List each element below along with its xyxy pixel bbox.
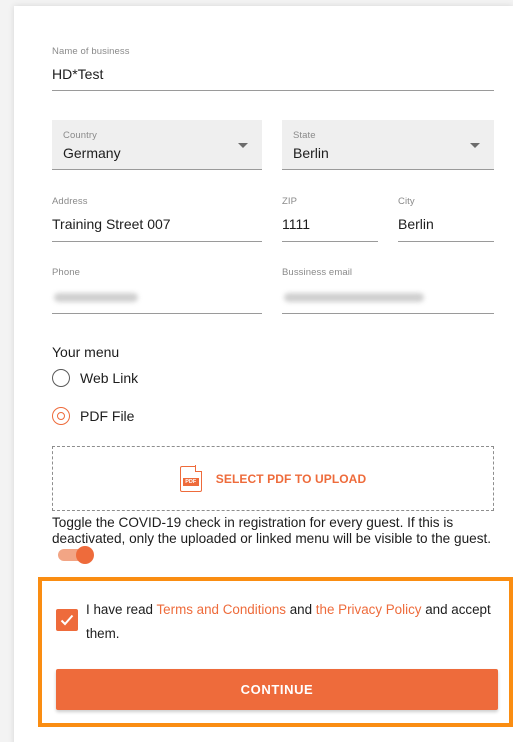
radio-web-link[interactable]: Web Link [52, 369, 138, 387]
email-underline [282, 313, 494, 314]
business-name-field[interactable]: Name of business HD*Test [52, 44, 494, 92]
city-label: City [398, 196, 415, 207]
phone-underline [52, 313, 262, 314]
state-underline [282, 169, 494, 170]
email-value-redacted [284, 293, 424, 302]
address-underline [52, 241, 262, 242]
consent-checkbox[interactable] [56, 609, 78, 631]
country-select[interactable]: Country Germany [52, 120, 262, 170]
address-value: Training Street 007 [52, 216, 171, 232]
state-select[interactable]: State Berlin [282, 120, 494, 170]
city-field[interactable]: City Berlin [398, 194, 494, 244]
continue-button[interactable]: CONTINUE [56, 669, 498, 710]
phone-value-redacted [54, 293, 138, 302]
pdf-file-icon: PDF [179, 465, 203, 492]
covid-check-toggle[interactable] [58, 546, 94, 565]
address-field[interactable]: Address Training Street 007 [52, 194, 262, 244]
city-underline [398, 241, 494, 242]
country-underline [52, 169, 262, 170]
email-label: Bussiness email [282, 267, 353, 278]
covid-toggle-description: Toggle the COVID-19 check in registratio… [52, 515, 498, 565]
business-name-label: Name of business [52, 46, 130, 57]
checkmark-icon [60, 614, 74, 626]
radio-web-link-label: Web Link [80, 370, 139, 386]
phone-field[interactable]: Phone [52, 265, 262, 315]
zip-label: ZIP [282, 196, 298, 207]
business-name-value: HD*Test [52, 66, 104, 82]
menu-section-title: Your menu [52, 344, 120, 360]
consent-highlight-box: I have read Terms and Conditions and the… [38, 577, 513, 727]
phone-label: Phone [52, 267, 80, 278]
radio-pdf-file-circle[interactable] [52, 407, 70, 425]
pdf-icon-text: PDF [182, 477, 199, 486]
business-name-underline [52, 90, 494, 91]
country-value: Germany [63, 145, 121, 161]
privacy-policy-link[interactable]: the Privacy Policy [316, 602, 422, 617]
toggle-knob [76, 546, 94, 565]
terms-link[interactable]: Terms and Conditions [156, 602, 286, 617]
radio-pdf-file[interactable]: PDF File [52, 407, 134, 425]
zip-field[interactable]: ZIP 1111 [282, 194, 378, 244]
pdf-upload-dropzone[interactable]: PDF SELECT PDF TO UPLOAD [52, 446, 494, 511]
zip-underline [282, 241, 378, 242]
state-value: Berlin [293, 145, 329, 161]
radio-web-link-circle[interactable] [52, 369, 70, 387]
city-value: Berlin [398, 216, 434, 232]
zip-value: 1111 [282, 216, 311, 232]
chevron-down-icon [470, 143, 480, 148]
email-field[interactable]: Bussiness email [282, 265, 494, 315]
radio-selected-dot [57, 412, 65, 420]
address-label: Address [52, 196, 88, 207]
country-label: Country [63, 130, 97, 141]
chevron-down-icon [238, 143, 248, 148]
consent-text: I have read Terms and Conditions and the… [86, 602, 491, 641]
radio-pdf-file-label: PDF File [80, 408, 135, 424]
covid-text: Toggle the COVID-19 check in registratio… [52, 515, 492, 546]
state-label: State [293, 130, 316, 141]
upload-label: SELECT PDF TO UPLOAD [215, 471, 367, 486]
